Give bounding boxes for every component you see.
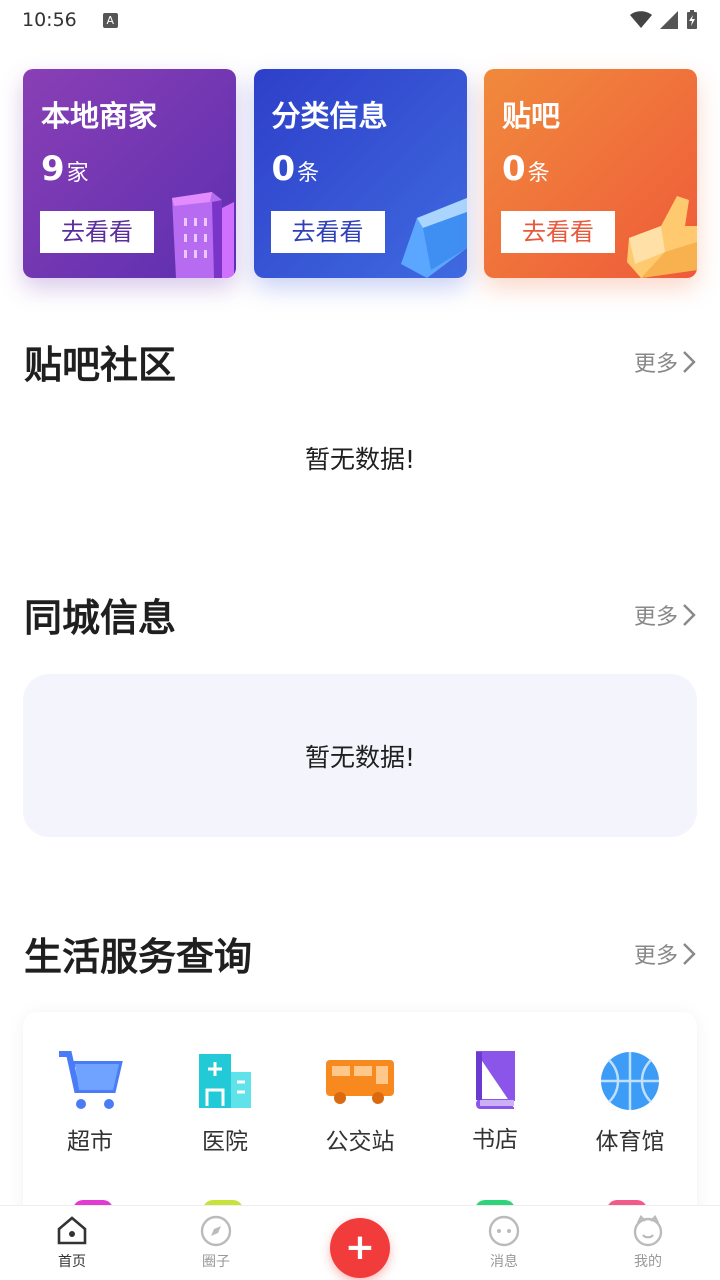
service-label: 医院 [202, 1129, 248, 1155]
building-icon [172, 192, 234, 278]
signal-icon [660, 11, 678, 29]
notification-icon: A [102, 12, 118, 28]
hospital-icon [199, 1054, 251, 1108]
empty-state: 暂无数据! [23, 674, 697, 837]
tab-label: 圈子 [202, 1254, 230, 1270]
card-count: 0条 [271, 149, 320, 189]
profile-icon [633, 1215, 663, 1247]
go-see-button[interactable]: 去看看 [40, 211, 154, 253]
more-link[interactable]: 更多 [634, 346, 696, 378]
tab-publish[interactable]: + [288, 1206, 432, 1280]
tab-label: 消息 [490, 1254, 518, 1270]
book-icon [476, 1051, 515, 1109]
card-count: 0条 [502, 149, 550, 189]
category-cards: 本地商家 9家 去看看 分类信息 0条 去看看 贴吧 0条 去看看 [23, 69, 697, 278]
tieba-card[interactable]: 贴吧 0条 去看看 [484, 69, 697, 278]
tab-circle[interactable]: 圈子 [144, 1206, 288, 1280]
bottom-tab-bar: 首页 圈子 + 消息 我的 [0, 1205, 720, 1280]
tab-home[interactable]: 首页 [0, 1206, 144, 1280]
local-merchants-card[interactable]: 本地商家 9家 去看看 [23, 69, 236, 278]
card-title: 分类信息 [271, 99, 388, 133]
plus-icon[interactable]: + [330, 1218, 390, 1278]
service-hospital[interactable]: 医院 [158, 1050, 292, 1156]
more-link[interactable]: 更多 [634, 599, 696, 631]
chevron-right-icon [683, 603, 696, 626]
compass-icon [200, 1215, 232, 1247]
chevron-right-icon [683, 350, 696, 373]
classified-info-card[interactable]: 分类信息 0条 去看看 [253, 69, 467, 278]
tab-messages[interactable]: 消息 [432, 1206, 576, 1280]
section-title: 同城信息 [24, 596, 177, 640]
basketball-icon [601, 1052, 659, 1110]
bus-icon [326, 1060, 394, 1104]
battery-icon [687, 10, 697, 29]
section-title: 贴吧社区 [24, 343, 177, 387]
card-title: 本地商家 [41, 99, 158, 133]
service-label: 体育馆 [595, 1129, 665, 1155]
service-stadium[interactable]: 体育馆 [563, 1050, 697, 1156]
cube-icon [400, 198, 467, 278]
service-bookstore[interactable]: 书店 [428, 1050, 562, 1154]
chat-icon [488, 1215, 520, 1247]
thumbs-up-icon [627, 196, 697, 278]
empty-state: 暂无数据! [304, 445, 416, 474]
service-label: 公交站 [325, 1129, 395, 1155]
service-supermarket[interactable]: 超市 [23, 1050, 157, 1156]
card-title: 贴吧 [502, 99, 561, 133]
service-label: 书店 [472, 1127, 518, 1153]
service-bus-stop[interactable]: 公交站 [293, 1050, 427, 1156]
go-see-button[interactable]: 去看看 [501, 211, 615, 253]
tieba-section-header: 贴吧社区 更多 [24, 334, 696, 389]
wifi-icon [630, 11, 652, 28]
life-services-grid: 超市 医院 公交站 书店 体育馆 [23, 1012, 697, 1232]
service-label: 超市 [67, 1129, 113, 1155]
cart-icon [59, 1051, 123, 1109]
go-see-button[interactable]: 去看看 [270, 211, 385, 253]
chevron-right-icon [683, 942, 696, 965]
tab-label: 我的 [634, 1254, 662, 1270]
tab-profile[interactable]: 我的 [576, 1206, 720, 1280]
section-title: 生活服务查询 [24, 935, 253, 979]
home-icon [57, 1216, 87, 1245]
tab-label: 首页 [58, 1254, 86, 1270]
life-section-header: 生活服务查询 更多 [24, 926, 696, 981]
more-link[interactable]: 更多 [634, 938, 696, 970]
city-section-header: 同城信息 更多 [24, 587, 696, 642]
status-bar: 10:56 A [0, 0, 720, 40]
status-time: 10:56 [22, 9, 77, 31]
